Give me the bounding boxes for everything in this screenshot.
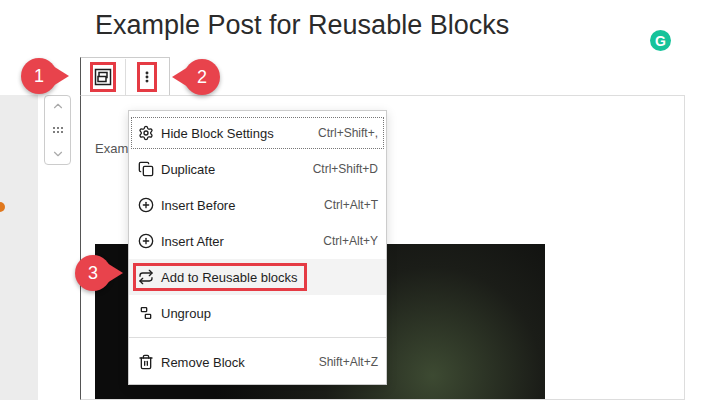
highlight-box	[90, 62, 116, 92]
side-panel	[0, 95, 38, 400]
post-header: Example Post for Reusable Blocks G	[0, 0, 709, 57]
kebab-icon	[140, 68, 154, 86]
post-title[interactable]: Example Post for Reusable Blocks	[95, 9, 509, 41]
grammarly-icon[interactable]: G	[650, 30, 671, 51]
menu-item[interactable]: Hide Block Settings Ctrl+Shift+,	[129, 115, 386, 151]
insert-before-icon	[138, 197, 154, 213]
block-options-menu: Hide Block Settings Ctrl+Shift+, Duplicate…	[128, 110, 387, 385]
move-down-icon[interactable]	[51, 147, 65, 161]
step-callout: 1	[21, 58, 57, 94]
menu-shortcut: Ctrl+Shift+D	[313, 162, 378, 176]
drag-handle-icon[interactable]	[53, 126, 63, 134]
menu-item[interactable]: Insert Before Ctrl+Alt+T	[129, 187, 386, 223]
reusable-block-button[interactable]	[81, 59, 126, 95]
menu-item-label: Remove Block	[133, 348, 254, 376]
block-toolbar	[80, 57, 170, 95]
menu-shortcut: Shift+Alt+Z	[319, 355, 378, 369]
menu-shortcut: Ctrl+Alt+Y	[323, 234, 378, 248]
menu-item[interactable]: Add to Reusable blocks	[129, 259, 386, 295]
highlight-box	[137, 62, 157, 92]
menu-item-label: Hide Block Settings	[133, 119, 283, 147]
menu-shortcut: Ctrl+Shift+,	[318, 126, 378, 140]
menu-item-label: Insert After	[133, 227, 233, 255]
status-dot	[0, 202, 5, 212]
menu-item[interactable]: Duplicate Ctrl+Shift+D	[129, 151, 386, 187]
left-column	[0, 57, 40, 400]
reusable-icon	[138, 269, 154, 285]
step-callout: 2	[184, 59, 220, 95]
menu-item-label: Duplicate	[133, 155, 224, 183]
ungroup-icon	[138, 305, 154, 321]
duplicate-icon	[138, 161, 154, 177]
menu-item-label: Insert Before	[133, 191, 244, 219]
menu-item[interactable]: Remove Block Shift+Alt+Z	[129, 344, 386, 380]
menu-shortcut: Ctrl+Alt+T	[324, 198, 378, 212]
block-mover	[44, 95, 71, 165]
menu-item[interactable]: Ungroup	[129, 295, 386, 331]
trash-icon	[138, 354, 154, 370]
menu-separator	[129, 337, 386, 338]
mover-column	[40, 57, 80, 400]
menu-item-label: Ungroup	[133, 299, 220, 327]
editor-page: Example Post for Reusable BlocksGExamHid…	[0, 0, 709, 400]
menu-item-label: Add to Reusable blocks	[133, 263, 307, 291]
move-up-icon[interactable]	[51, 99, 65, 113]
step-callout: 3	[75, 255, 111, 291]
gear-icon	[138, 125, 154, 141]
insert-after-icon	[138, 233, 154, 249]
menu-item[interactable]: Insert After Ctrl+Alt+Y	[129, 223, 386, 259]
more-options-button[interactable]	[126, 59, 170, 95]
reusable-block-icon	[94, 68, 112, 86]
